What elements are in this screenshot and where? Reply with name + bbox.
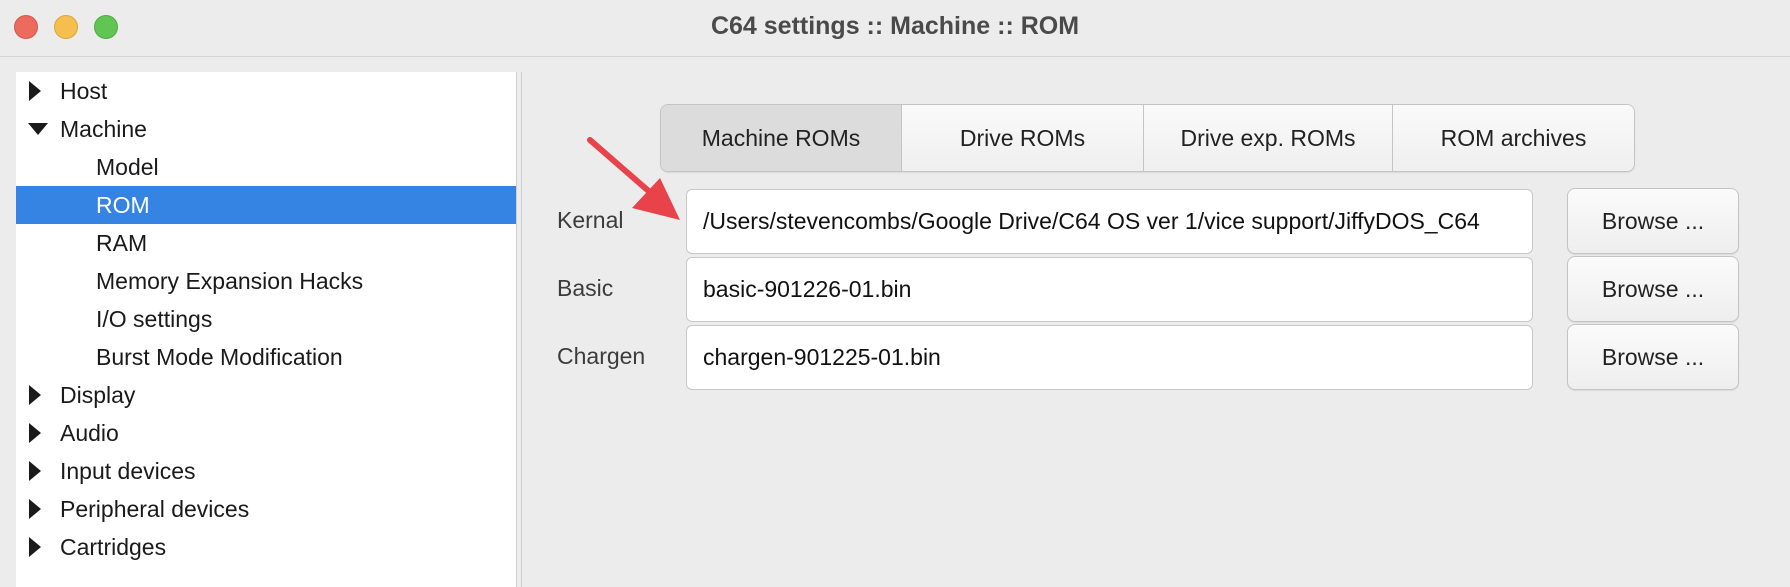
tree-item-label: I/O settings: [96, 306, 213, 332]
tree-item-label: Host: [60, 78, 108, 104]
triangle-down-icon[interactable]: [28, 110, 50, 148]
basic-path-field[interactable]: [686, 257, 1533, 322]
kernal-browse-button[interactable]: Browse ...: [1567, 188, 1739, 254]
tree-item-burst-mode-modification[interactable]: Burst Mode Modification: [16, 338, 516, 376]
tab-drive-roms[interactable]: Drive ROMs: [902, 105, 1144, 171]
tree-item-label: Input devices: [60, 458, 196, 484]
tree-item-label: Burst Mode Modification: [96, 344, 343, 370]
tree-item-rom[interactable]: ROM: [16, 186, 516, 224]
tree-item-memory-expansion-hacks[interactable]: Memory Expansion Hacks: [16, 262, 516, 300]
chargen-label: Chargen: [557, 343, 646, 369]
settings-tree: Host Machine Model ROM RAM Memory Expans…: [16, 72, 516, 587]
tree-item-host[interactable]: Host: [16, 72, 516, 110]
kernal-path-field[interactable]: [686, 189, 1533, 254]
tab-drive-exp-roms[interactable]: Drive exp. ROMs: [1144, 105, 1393, 171]
tree-item-io-settings[interactable]: I/O settings: [16, 300, 516, 338]
triangle-right-icon[interactable]: [28, 72, 50, 110]
tree-item-label: Peripheral devices: [60, 496, 250, 522]
triangle-right-icon[interactable]: [28, 528, 50, 566]
tree-item-label: Display: [60, 382, 136, 408]
tab-machine-roms[interactable]: Machine ROMs: [661, 105, 902, 171]
tree-item-label: RAM: [96, 230, 148, 256]
tree-item-label: Machine: [60, 116, 147, 142]
settings-window: C64 settings :: Machine :: ROM Host Mach…: [0, 0, 1790, 587]
basic-browse-button[interactable]: Browse ...: [1567, 256, 1739, 322]
chargen-path-field[interactable]: [686, 325, 1533, 390]
triangle-right-icon[interactable]: [28, 414, 50, 452]
tree-item-cartridges[interactable]: Cartridges: [16, 528, 516, 566]
basic-label: Basic: [557, 275, 614, 301]
annotation-arrow-icon: [587, 137, 680, 220]
chargen-browse-button[interactable]: Browse ...: [1567, 324, 1739, 390]
tree-item-audio[interactable]: Audio: [16, 414, 516, 452]
title-bar: C64 settings :: Machine :: ROM: [0, 0, 1790, 57]
rom-tab-bar: Machine ROMs Drive ROMs Drive exp. ROMs …: [660, 104, 1635, 172]
pane-splitter[interactable]: [516, 72, 522, 587]
window-title: C64 settings :: Machine :: ROM: [710, 12, 1080, 40]
triangle-right-icon[interactable]: [28, 376, 50, 414]
tree-item-label: Model: [96, 154, 159, 180]
tree-item-label: ROM: [96, 192, 150, 218]
tree-item-peripheral-devices[interactable]: Peripheral devices: [16, 490, 516, 528]
tree-item-input-devices[interactable]: Input devices: [16, 452, 516, 490]
triangle-right-icon[interactable]: [28, 490, 50, 528]
tree-item-label: Audio: [60, 420, 119, 446]
tree-item-ram[interactable]: RAM: [16, 224, 516, 262]
tree-item-model[interactable]: Model: [16, 148, 516, 186]
tree-item-display[interactable]: Display: [16, 376, 516, 414]
tree-item-machine[interactable]: Machine: [16, 110, 516, 148]
tab-rom-archives[interactable]: ROM archives: [1393, 105, 1634, 171]
tree-item-label: Memory Expansion Hacks: [96, 268, 364, 294]
tree-item-label: Cartridges: [60, 534, 167, 560]
triangle-right-icon[interactable]: [28, 452, 50, 490]
